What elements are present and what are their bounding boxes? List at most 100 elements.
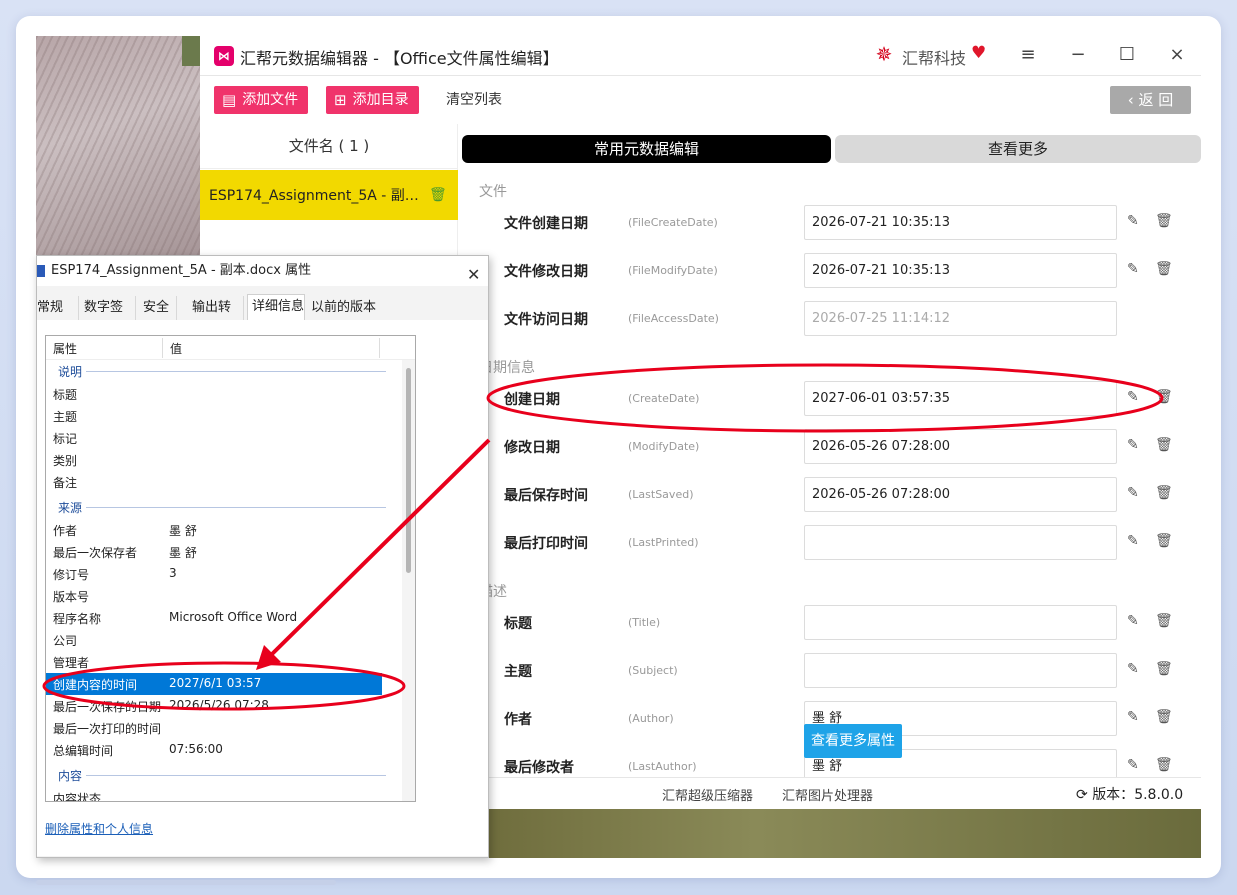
trash-icon[interactable]: 🗑 bbox=[1155, 437, 1173, 453]
list-item[interactable]: ESP174_Assignment_5A - 副本.docx 🗑 bbox=[200, 170, 458, 220]
document-icon bbox=[37, 265, 45, 277]
field-value-input[interactable]: 2026-05-26 07:28:00 bbox=[804, 429, 1117, 464]
trash-icon[interactable]: 🗑 bbox=[429, 187, 447, 203]
table-row[interactable]: 标题 bbox=[46, 383, 382, 405]
back-button[interactable]: ‹ 返 回 bbox=[1110, 86, 1191, 114]
refresh-icon[interactable]: ⟳ bbox=[1076, 787, 1088, 803]
version-label: 版本： bbox=[1092, 787, 1135, 803]
field-key: (CreateDate) bbox=[628, 392, 700, 405]
field-value-input[interactable]: 2027-06-01 03:57:35 bbox=[804, 381, 1117, 416]
tab-general[interactable]: 常规 bbox=[37, 296, 79, 320]
menu-icon[interactable]: ≡ bbox=[1013, 42, 1043, 68]
table-row[interactable]: 主题 bbox=[46, 405, 382, 427]
field-value-input[interactable] bbox=[804, 525, 1117, 560]
table-row[interactable]: 公司 bbox=[46, 629, 382, 651]
heart-icon[interactable]: ♥ bbox=[971, 43, 986, 63]
tab-digital-signature[interactable]: 数字签名 bbox=[84, 296, 136, 339]
field-key: (LastPrinted) bbox=[628, 536, 699, 549]
group-description: 说明 bbox=[58, 365, 83, 379]
table-row[interactable]: 作者 墨 舒 bbox=[46, 519, 382, 541]
edit-icon[interactable]: ✎ bbox=[1127, 261, 1139, 277]
brand-name: 汇帮科技 bbox=[902, 49, 967, 68]
table-row[interactable]: 备注 bbox=[46, 471, 382, 493]
table-row[interactable]: 修订号 3 bbox=[46, 563, 382, 585]
field-label: 最后修改者 bbox=[504, 760, 574, 776]
field-value-input[interactable]: 2026-07-25 11:14:12 bbox=[804, 301, 1117, 336]
prop-value: 墨 舒 bbox=[169, 524, 197, 538]
edit-icon[interactable]: ✎ bbox=[1127, 533, 1139, 549]
table-row[interactable]: 管理者 bbox=[46, 651, 382, 673]
field-value-input[interactable]: 2026-07-21 10:35:13 bbox=[804, 253, 1117, 288]
table-row[interactable]: 最后一次保存的日期 2026/5/26 07:28 bbox=[46, 695, 382, 717]
add-file-button[interactable]: ▤ 添加文件 bbox=[214, 86, 309, 114]
field-key: (FileModifyDate) bbox=[628, 264, 718, 277]
trash-icon[interactable]: 🗑 bbox=[1155, 213, 1173, 229]
edit-icon[interactable]: ✎ bbox=[1127, 437, 1139, 453]
edit-icon[interactable]: ✎ bbox=[1127, 485, 1139, 501]
trash-icon[interactable]: 🗑 bbox=[1155, 261, 1173, 277]
col-property[interactable]: 属性 bbox=[53, 340, 77, 357]
remove-properties-link[interactable]: 删除属性和个人信息 bbox=[45, 820, 153, 837]
prop-key: 最后一次打印的时间 bbox=[53, 722, 162, 736]
trash-icon[interactable]: 🗑 bbox=[1155, 389, 1173, 405]
compressor-link[interactable]: 汇帮超级压缩器 bbox=[662, 785, 753, 804]
field-value-input[interactable]: 2026-05-26 07:28:00 bbox=[804, 477, 1117, 512]
trash-icon[interactable]: 🗑 bbox=[1155, 709, 1173, 725]
tab-details[interactable]: 详细信息 bbox=[247, 294, 305, 320]
maximize-button[interactable]: ☐ bbox=[1112, 42, 1142, 68]
edit-icon[interactable]: ✎ bbox=[1127, 661, 1139, 677]
trash-icon[interactable]: 🗑 bbox=[1155, 533, 1173, 549]
edit-icon[interactable]: ✎ bbox=[1127, 213, 1139, 229]
table-row[interactable]: 标记 bbox=[46, 427, 382, 449]
table-row[interactable]: 版本号 bbox=[46, 585, 382, 607]
prop-key: 最后一次保存者 bbox=[53, 546, 138, 560]
field-label: 标题 bbox=[504, 616, 532, 632]
field-value-input[interactable]: 2026-07-21 10:35:13 bbox=[804, 205, 1117, 240]
field-key: (LastAuthor) bbox=[628, 760, 697, 773]
prop-key: 版本号 bbox=[53, 590, 90, 604]
minimize-button[interactable]: − bbox=[1063, 42, 1093, 68]
col-value[interactable]: 值 bbox=[170, 340, 182, 357]
clear-list-button[interactable]: 清空列表 bbox=[446, 86, 502, 114]
close-button[interactable]: × bbox=[1162, 42, 1192, 68]
scroll-thumb[interactable] bbox=[406, 368, 411, 573]
tab-common-metadata[interactable]: 常用元数据编辑 bbox=[462, 135, 831, 163]
edit-icon[interactable]: ✎ bbox=[1127, 389, 1139, 405]
trash-icon[interactable]: 🗑 bbox=[1155, 661, 1173, 677]
view-more-properties-button[interactable]: 查看更多属性 bbox=[804, 724, 902, 758]
table-row[interactable]: 最后一次打印的时间 bbox=[46, 717, 382, 739]
table-row[interactable]: 总编辑时间 07:56:00 bbox=[46, 739, 382, 761]
tab-security[interactable]: 安全 bbox=[143, 296, 177, 320]
trash-icon[interactable]: 🗑 bbox=[1155, 485, 1173, 501]
add-file-label: 添加文件 bbox=[242, 92, 299, 108]
add-directory-button[interactable]: ⊞ 添加目录 bbox=[326, 86, 419, 114]
tab-previous-versions[interactable]: 以前的版本 bbox=[311, 296, 377, 320]
group-divider bbox=[86, 507, 386, 508]
title-bar: ⋈ 汇帮元数据编辑器 - 【Office文件属性编辑】 ✵ 汇帮科技 ♥ ≡ −… bbox=[200, 36, 1201, 76]
image-processor-link[interactable]: 汇帮图片处理器 bbox=[782, 785, 873, 804]
tab-view-more[interactable]: 查看更多 bbox=[835, 135, 1201, 163]
table-row[interactable]: 程序名称 Microsoft Office Word bbox=[46, 607, 382, 629]
edit-icon[interactable]: ✎ bbox=[1127, 709, 1139, 725]
table-row[interactable]: 最后一次保存者 墨 舒 bbox=[46, 541, 382, 563]
field-label: 作者 bbox=[504, 712, 532, 728]
trash-icon[interactable]: 🗑 bbox=[1155, 757, 1173, 773]
trash-icon[interactable]: 🗑 bbox=[1155, 613, 1173, 629]
table-row[interactable]: 内容状态 bbox=[46, 787, 382, 801]
field-key: (FileAccessDate) bbox=[628, 312, 719, 325]
close-icon[interactable]: ✕ bbox=[467, 260, 480, 290]
edit-icon[interactable]: ✎ bbox=[1127, 613, 1139, 629]
dialog-title-bar: ESP174_Assignment_5A - 副本.docx 属性 ✕ bbox=[37, 256, 488, 286]
field-value-input[interactable] bbox=[804, 653, 1117, 688]
tab-output-convert[interactable]: 输出转换 bbox=[192, 296, 244, 339]
property-list: 属性 值 说明 标题 主题 标记 类别 备注 来源 作者墨 舒 最后一次保存者墨… bbox=[45, 335, 416, 802]
edit-icon[interactable]: ✎ bbox=[1127, 757, 1139, 773]
chevron-left-icon: ‹ bbox=[1127, 91, 1134, 109]
table-row-selected[interactable]: 创建内容的时间 2027/6/1 03:57 bbox=[46, 673, 382, 695]
section-file: 文件 bbox=[479, 184, 507, 200]
table-row[interactable]: 类别 bbox=[46, 449, 382, 471]
vertical-scrollbar[interactable] bbox=[402, 360, 415, 801]
field-key: (Subject) bbox=[628, 664, 678, 677]
field-key: (FileCreateDate) bbox=[628, 216, 718, 229]
field-value-input[interactable] bbox=[804, 605, 1117, 640]
